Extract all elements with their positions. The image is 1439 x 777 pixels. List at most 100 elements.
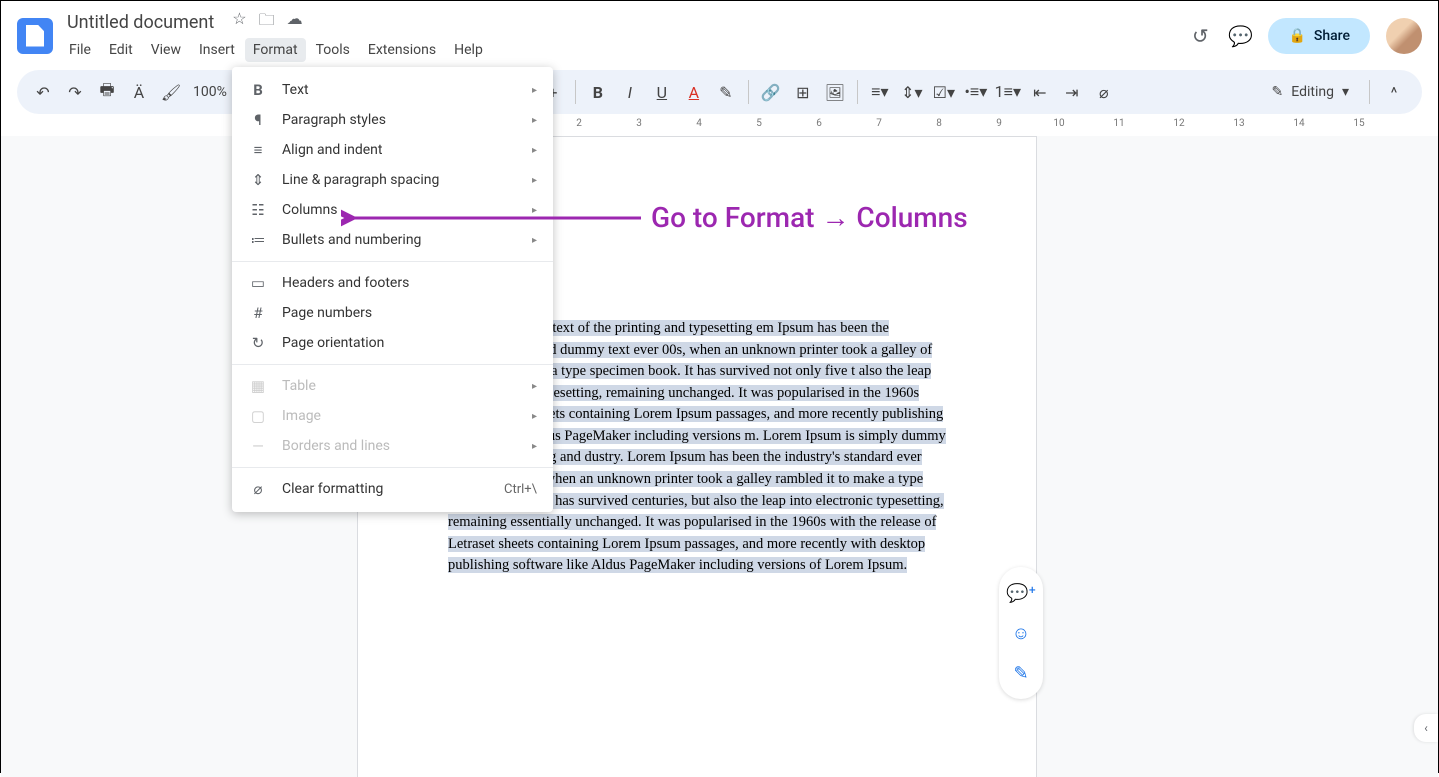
- menu-headers-footers[interactable]: ▭ Headers and footers: [232, 268, 553, 298]
- lock-icon: 🔒: [1288, 28, 1305, 44]
- menu-align-indent[interactable]: ≡ Align and indent ▸: [232, 135, 553, 165]
- menu-bullets-numbering[interactable]: ≔ Bullets and numbering ▸: [232, 225, 553, 255]
- submenu-arrow-icon: ▸: [532, 205, 537, 216]
- italic-button[interactable]: I: [616, 78, 644, 106]
- menu-page-numbers[interactable]: # Page numbers: [232, 298, 553, 328]
- menu-label: Table: [282, 378, 316, 394]
- ruler-mark: 6: [789, 118, 849, 129]
- page-numbers-icon: #: [248, 304, 268, 322]
- highlight-button[interactable]: ✎: [712, 78, 740, 106]
- menu-view[interactable]: View: [143, 38, 189, 62]
- menu-label: Bullets and numbering: [282, 232, 421, 248]
- title-row: Untitled document ☆ 🗀 ☁: [61, 9, 1180, 36]
- app-header: Untitled document ☆ 🗀 ☁ File Edit View I…: [1, 1, 1438, 70]
- document-area[interactable]: is simply dummy text of the printing and…: [1, 136, 1438, 777]
- menu-separator: [232, 364, 553, 365]
- menu-file[interactable]: File: [61, 38, 99, 62]
- menu-label: Line & paragraph spacing: [282, 172, 439, 188]
- submenu-arrow-icon: ▸: [532, 145, 537, 156]
- zoom-select[interactable]: 100%: [189, 84, 231, 100]
- menu-shortcut: Ctrl+\: [504, 482, 537, 497]
- spellcheck-button[interactable]: Ä: [125, 78, 153, 106]
- underline-button[interactable]: U: [648, 78, 676, 106]
- checklist-button[interactable]: ☑▾: [930, 78, 958, 106]
- comment-button[interactable]: ⊞: [789, 78, 817, 106]
- menu-extensions[interactable]: Extensions: [360, 38, 444, 62]
- menu-columns[interactable]: ☷ Columns ▸: [232, 195, 553, 225]
- menu-page-orientation[interactable]: ↻ Page orientation: [232, 328, 553, 358]
- emoji-react-button[interactable]: ☺: [1003, 615, 1039, 651]
- submenu-arrow-icon: ▸: [532, 411, 537, 422]
- ruler-mark: 10: [1029, 118, 1089, 129]
- toolbar-separator: [748, 80, 749, 104]
- share-button[interactable]: 🔒 Share: [1268, 18, 1370, 54]
- menu-insert[interactable]: Insert: [191, 38, 243, 62]
- floating-tools: 💬⁺ ☺ ✎: [999, 567, 1043, 699]
- clear-format-button[interactable]: ⌀: [1090, 78, 1118, 106]
- suggest-edit-button[interactable]: ✎: [1003, 655, 1039, 691]
- ruler-mark: 3: [609, 118, 669, 129]
- line-spacing-button[interactable]: ⇕▾: [898, 78, 926, 106]
- ruler-mark: 9: [969, 118, 1029, 129]
- workspace: is simply dummy text of the printing and…: [1, 136, 1438, 777]
- editing-mode-button[interactable]: ✎ Editing ▾: [1260, 78, 1361, 106]
- star-icon[interactable]: ☆: [232, 9, 246, 36]
- link-button[interactable]: 🔗: [757, 78, 785, 106]
- bullets-icon: ≔: [248, 231, 268, 249]
- comments-icon[interactable]: 💬: [1228, 24, 1252, 48]
- headers-icon: ▭: [248, 274, 268, 292]
- dropdown-icon: ▾: [1342, 84, 1349, 100]
- ruler-mark: 14: [1269, 118, 1329, 129]
- menu-label: Image: [282, 408, 321, 424]
- ruler-mark: 12: [1149, 118, 1209, 129]
- menu-paragraph-styles[interactable]: ¶ Paragraph styles ▸: [232, 105, 553, 135]
- side-panel-toggle[interactable]: ‹: [1414, 714, 1438, 742]
- numbered-list-button[interactable]: 1≡▾: [994, 78, 1022, 106]
- align-button[interactable]: ≡▾: [866, 78, 894, 106]
- menu-edit[interactable]: Edit: [101, 38, 141, 62]
- paint-format-button[interactable]: 🖌: [157, 78, 185, 106]
- indent-increase-button[interactable]: ⇥: [1058, 78, 1086, 106]
- ruler-mark: 7: [849, 118, 909, 129]
- columns-icon: ☷: [248, 201, 268, 219]
- menu-label: Paragraph styles: [282, 112, 386, 128]
- bold-button[interactable]: B: [584, 78, 612, 106]
- paragraph-icon: ¶: [248, 111, 268, 129]
- clear-format-icon: ⌀: [248, 480, 268, 498]
- header-right: ↺ 💬 🔒 Share: [1188, 18, 1422, 54]
- image-button[interactable]: 🖼: [821, 78, 849, 106]
- add-comment-button[interactable]: 💬⁺: [1003, 575, 1039, 611]
- menu-label: Text: [282, 82, 309, 98]
- menu-help[interactable]: Help: [446, 38, 491, 62]
- menu-label: Borders and lines: [282, 438, 390, 454]
- menu-borders-lines: — Borders and lines ▸: [232, 431, 553, 461]
- title-area: Untitled document ☆ 🗀 ☁ File Edit View I…: [61, 9, 1180, 62]
- history-icon[interactable]: ↺: [1188, 24, 1212, 48]
- menu-format[interactable]: Format: [245, 38, 306, 62]
- user-avatar[interactable]: [1386, 18, 1422, 54]
- move-icon[interactable]: 🗀: [259, 9, 275, 36]
- indent-decrease-button[interactable]: ⇤: [1026, 78, 1054, 106]
- menu-text[interactable]: B Text ▸: [232, 75, 553, 105]
- print-button[interactable]: 🖶: [93, 78, 121, 106]
- align-icon: ≡: [248, 141, 268, 159]
- editing-label: Editing: [1291, 84, 1334, 100]
- redo-button[interactable]: ↷: [61, 78, 89, 106]
- submenu-arrow-icon: ▸: [532, 175, 537, 186]
- menu-tools[interactable]: Tools: [308, 38, 358, 62]
- cloud-icon[interactable]: ☁: [287, 9, 303, 36]
- bullet-list-button[interactable]: •≡▾: [962, 78, 990, 106]
- menu-clear-formatting[interactable]: ⌀ Clear formatting Ctrl+\: [232, 474, 553, 504]
- pencil-icon: ✎: [1272, 84, 1284, 100]
- docs-logo-icon[interactable]: [17, 18, 53, 54]
- collapse-toolbar-button[interactable]: ^: [1378, 76, 1410, 108]
- menu-label: Headers and footers: [282, 275, 409, 291]
- toolbar-separator: [575, 80, 576, 104]
- menu-line-spacing[interactable]: ⇕ Line & paragraph spacing ▸: [232, 165, 553, 195]
- undo-button[interactable]: ↶: [29, 78, 57, 106]
- submenu-arrow-icon: ▸: [532, 85, 537, 96]
- document-title[interactable]: Untitled document: [61, 10, 220, 35]
- toolbar-separator: [1369, 80, 1370, 104]
- text-color-button[interactable]: A: [680, 78, 708, 106]
- submenu-arrow-icon: ▸: [532, 441, 537, 452]
